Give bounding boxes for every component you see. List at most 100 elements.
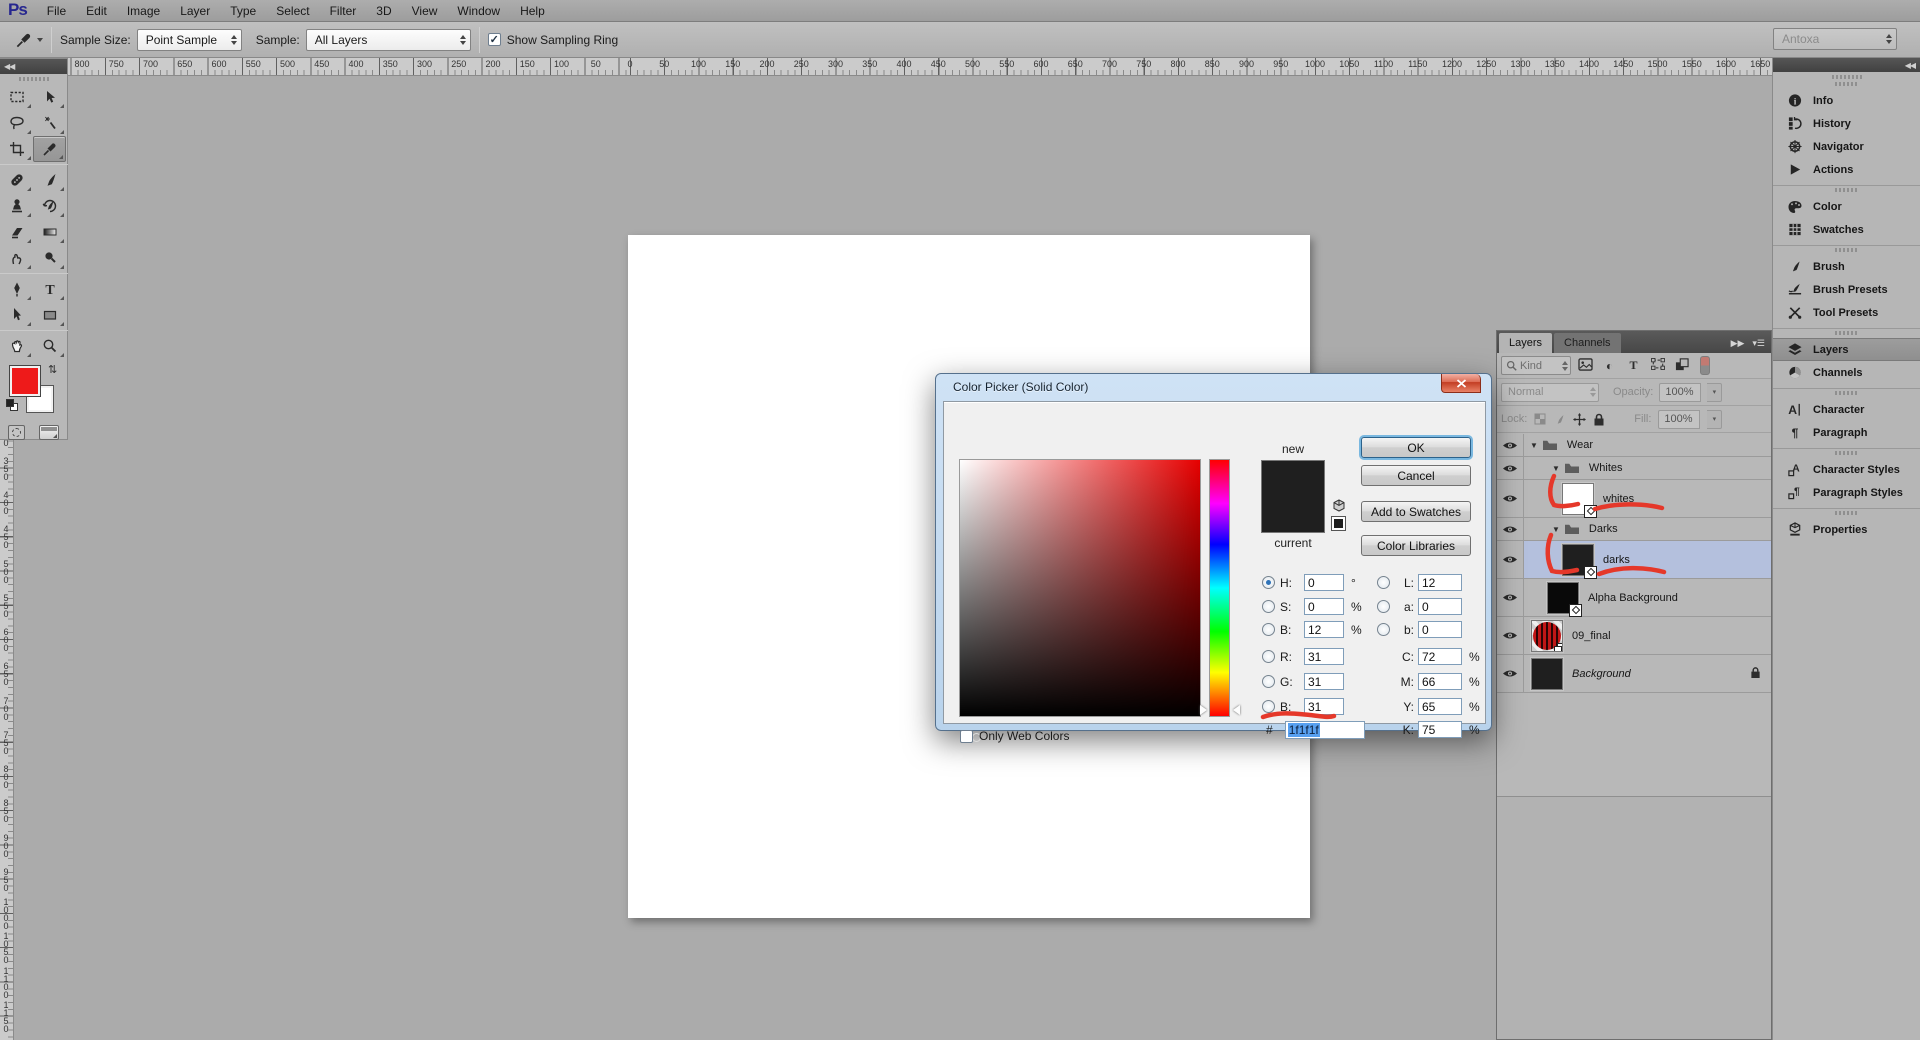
dock-item-character-styles[interactable]: A Character Styles [1773, 458, 1920, 481]
lock-position-icon[interactable] [1573, 412, 1587, 426]
input-H[interactable]: 0 [1304, 574, 1344, 591]
layer-thumbnail[interactable] [1531, 657, 1563, 690]
layer-row-alpha-background[interactable]: Alpha Background [1497, 579, 1771, 617]
dock-item-layers[interactable]: Layers [1773, 338, 1920, 361]
input-B[interactable]: 31 [1304, 698, 1344, 715]
hue-slider-left-arrow[interactable] [1200, 705, 1207, 715]
input-B[interactable]: 12 [1304, 621, 1344, 638]
filter-toggle-switch[interactable] [1700, 356, 1710, 375]
visibility-toggle[interactable] [1497, 457, 1524, 479]
swap-colors-icon[interactable]: ⇅ [48, 363, 57, 376]
dock-group-gripper[interactable] [1834, 188, 1859, 192]
type-layer-filter-icon[interactable]: T [1624, 358, 1643, 373]
input-C[interactable]: 72 [1418, 648, 1462, 665]
dock-group-gripper[interactable] [1834, 82, 1859, 86]
visibility-toggle[interactable] [1497, 541, 1524, 578]
eraser-tool[interactable] [0, 219, 33, 245]
dock-group-gripper[interactable] [1834, 451, 1859, 455]
dock-item-brush-presets[interactable]: Brush Presets [1773, 278, 1920, 301]
input-b[interactable]: 0 [1418, 621, 1462, 638]
type-tool[interactable]: T [33, 276, 66, 302]
layer-row-whites[interactable]: whites [1497, 480, 1771, 518]
visibility-toggle[interactable] [1497, 655, 1524, 692]
dock-item-color[interactable]: Color [1773, 195, 1920, 218]
fill-value[interactable]: 100% [1658, 409, 1701, 429]
lock-all-icon[interactable] [1593, 413, 1605, 426]
hex-input[interactable]: 1f1f1f [1284, 721, 1365, 739]
dock-item-paragraph[interactable]: ¶ Paragraph [1773, 421, 1920, 444]
hue-slider-right-arrow[interactable] [1233, 705, 1240, 715]
menu-item-type[interactable]: Type [220, 1, 266, 21]
visibility-toggle[interactable] [1497, 518, 1524, 540]
input-L[interactable]: 12 [1418, 574, 1462, 591]
layer-row-darks[interactable]: darks [1497, 541, 1771, 579]
magic-wand-tool[interactable] [33, 110, 66, 136]
dock-item-channels[interactable]: Channels [1773, 361, 1920, 384]
dock-item-character[interactable]: A Character [1773, 398, 1920, 421]
dock-item-navigator[interactable]: Navigator [1773, 135, 1920, 158]
eyedropper-tool[interactable] [33, 136, 66, 162]
workspace-select[interactable]: Antoxa [1773, 28, 1897, 50]
saturation-brightness-field[interactable] [959, 459, 1201, 742]
dock-group-gripper[interactable] [1834, 391, 1859, 395]
move-tool[interactable] [33, 84, 66, 110]
dock-group-gripper[interactable] [1834, 248, 1859, 252]
radio-B[interactable] [1262, 700, 1275, 713]
eyedropper-icon[interactable] [14, 30, 43, 50]
hand-tool[interactable] [0, 333, 33, 359]
dock-gripper[interactable] [1831, 75, 1862, 79]
layer-thumbnail[interactable] [1547, 581, 1582, 617]
history-brush-tool[interactable] [33, 193, 66, 219]
visibility-toggle[interactable] [1497, 617, 1524, 654]
input-a[interactable]: 0 [1418, 598, 1462, 615]
dock-item-swatches[interactable]: Swatches [1773, 218, 1920, 241]
menu-item-select[interactable]: Select [266, 1, 319, 21]
rectangular-marquee-tool[interactable] [0, 84, 33, 110]
visibility-toggle[interactable] [1497, 480, 1524, 517]
expand-triangle-icon[interactable]: ▼ [1552, 464, 1560, 473]
opacity-value[interactable]: 100% [1659, 382, 1702, 402]
dock-item-info[interactable]: i Info [1773, 89, 1920, 112]
dock-item-history[interactable]: History [1773, 112, 1920, 135]
radio-R[interactable] [1262, 650, 1275, 663]
cancel-button[interactable]: Cancel [1361, 465, 1471, 486]
layer-thumbnail[interactable] [1531, 619, 1563, 652]
brush-tool[interactable] [33, 167, 66, 193]
menu-item-layer[interactable]: Layer [170, 1, 220, 21]
dodge-tool[interactable] [33, 245, 66, 271]
blend-mode-select[interactable]: Normal [1501, 382, 1599, 402]
group-row-whites[interactable]: ▼ Whites [1497, 457, 1771, 480]
color-libraries-button[interactable]: Color Libraries [1361, 535, 1471, 556]
adjustment-layer-filter-icon[interactable]: ◐ [1600, 359, 1619, 373]
radio-S[interactable] [1262, 600, 1275, 613]
pen-tool[interactable] [0, 276, 33, 302]
gradient-tool[interactable] [33, 219, 66, 245]
web-safe-cube-icon[interactable] [1332, 499, 1346, 516]
visibility-toggle[interactable] [1497, 434, 1524, 456]
menu-item-edit[interactable]: Edit [76, 1, 117, 21]
shape-layer-filter-icon[interactable] [1648, 358, 1667, 373]
radio-H[interactable] [1262, 576, 1275, 589]
hue-slider[interactable] [1209, 459, 1230, 717]
menu-item-filter[interactable]: Filter [320, 1, 367, 21]
menu-item-help[interactable]: Help [510, 1, 555, 21]
lock-transparency-icon[interactable] [1534, 413, 1546, 425]
screen-mode-button[interactable] [39, 425, 59, 440]
menu-item-window[interactable]: Window [447, 1, 510, 21]
dock-group-gripper[interactable] [1834, 511, 1859, 515]
radio-G[interactable] [1262, 675, 1275, 688]
filter-kind-select[interactable]: Kind [1501, 356, 1571, 375]
radio-L[interactable] [1377, 576, 1390, 589]
dock-item-actions[interactable]: Actions [1773, 158, 1920, 181]
show-sampling-ring-checkbox[interactable]: ✓ [487, 33, 501, 46]
group-row-darks[interactable]: ▼ Darks [1497, 518, 1771, 541]
tab-channels[interactable]: Channels [1554, 333, 1621, 353]
input-Y[interactable]: 65 [1418, 698, 1462, 715]
foreground-color-chip[interactable] [9, 365, 41, 397]
smudge-tool[interactable] [0, 245, 33, 271]
layer-row-09_final[interactable]: 09_final [1497, 617, 1771, 655]
expand-triangle-icon[interactable]: ▼ [1530, 441, 1538, 450]
fill-dropdown-arrow[interactable]: ▾ [1707, 409, 1723, 429]
dock-item-tool-presets[interactable]: Tool Presets [1773, 301, 1920, 324]
ok-button[interactable]: OK [1361, 437, 1471, 458]
